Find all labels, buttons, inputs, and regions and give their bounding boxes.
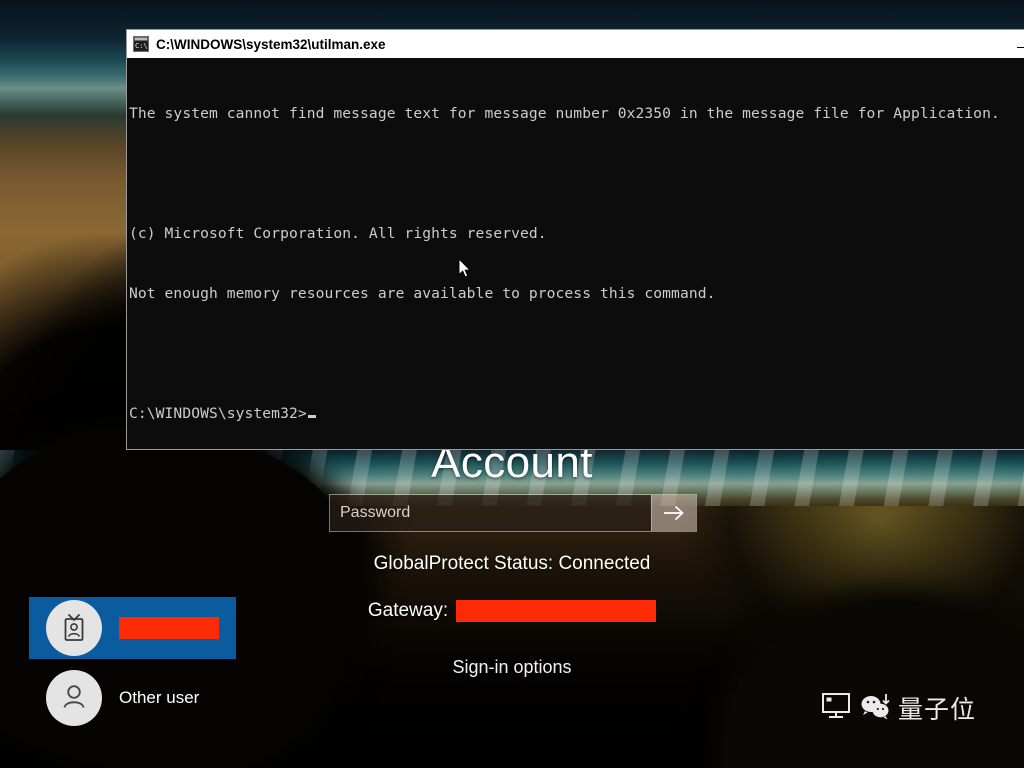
minimize-button[interactable]: [999, 30, 1024, 59]
wechat-icon: [858, 691, 894, 726]
watermark-text: 量子位: [898, 695, 977, 724]
console-prompt-text: C:\WINDOWS\system32>: [129, 405, 307, 422]
password-row: [330, 495, 696, 531]
console-titlebar[interactable]: C:\ C:\WINDOWS\system32\utilman.exe: [126, 29, 1024, 58]
mouse-cursor: [458, 257, 472, 279]
smart-card-badge-icon: [57, 608, 91, 649]
cmd-console-icon: C:\: [133, 36, 149, 52]
globalprotect-gateway-value-redacted: [456, 600, 657, 622]
console-title-text: C:\WINDOWS\system32\utilman.exe: [156, 36, 386, 52]
monitor-icon: [820, 691, 854, 726]
watermark: 量子位: [820, 690, 976, 726]
globalprotect-status-text: GlobalProtect Status: Connected: [373, 553, 651, 574]
user-tile-label: Other user: [119, 688, 200, 707]
user-tile-selected[interactable]: [29, 597, 236, 659]
minimize-icon: [1016, 46, 1024, 48]
user-name-redacted: [119, 617, 219, 639]
window-controls: [999, 30, 1024, 59]
user-tile-list: Other user: [29, 597, 236, 729]
avatar: [46, 670, 102, 726]
globalprotect-gateway-label: Gateway:: [367, 600, 449, 621]
user-tile-other-user[interactable]: Other user: [29, 667, 236, 729]
console-caret: [307, 415, 316, 418]
svg-text:C:\: C:\: [135, 42, 148, 50]
console-line: Not enough memory resources are availabl…: [129, 285, 716, 302]
avatar: [46, 600, 102, 656]
console-window: C:\ C:\WINDOWS\system32\utilman.exe The …: [126, 29, 1024, 450]
password-submit-button[interactable]: [651, 495, 696, 531]
screen: Account GlobalProtect Status: Connected …: [0, 0, 1024, 768]
console-line: (c) Microsoft Corporation. All rights re…: [129, 225, 547, 242]
password-input[interactable]: [330, 495, 651, 531]
console-line: The system cannot find message text for …: [129, 105, 1000, 122]
arrow-right-icon: [663, 505, 685, 521]
console-output[interactable]: The system cannot find message text for …: [127, 58, 1024, 464]
console-prompt-line: C:\WINDOWS\system32>: [129, 404, 1024, 424]
person-icon: [57, 679, 91, 718]
